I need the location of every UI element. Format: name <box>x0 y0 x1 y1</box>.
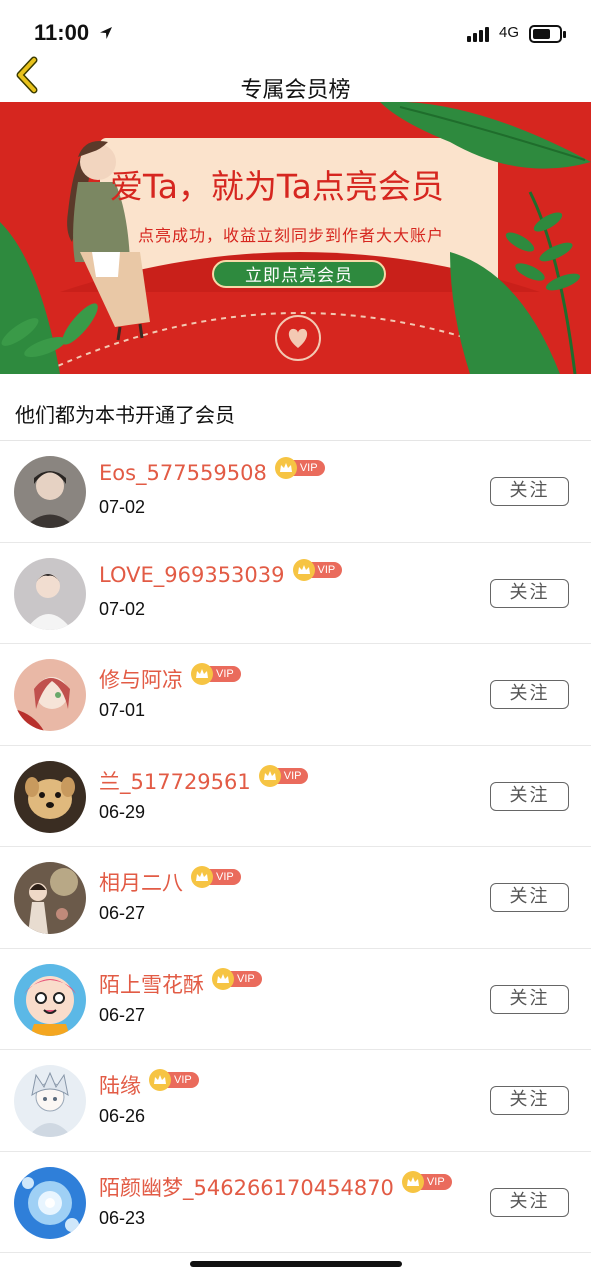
crown-icon <box>212 967 234 990</box>
network-type: 4G <box>499 24 520 41</box>
light-up-membership-button[interactable]: 立即点亮会员 <box>212 260 386 288</box>
banner-subtitle: 点亮成功，收益立刻同步到作者大大账户 <box>138 226 445 245</box>
crown-icon <box>401 1170 424 1193</box>
follow-button[interactable]: 关注 <box>490 883 569 912</box>
join-date: 07-01 <box>99 700 146 720</box>
location-arrow-icon <box>100 27 112 39</box>
list-item[interactable]: 修与阿凉 VIP 07-01 关注 <box>0 644 591 746</box>
join-date: 06-26 <box>99 1106 146 1126</box>
avatar[interactable] <box>14 456 86 528</box>
crown-icon <box>274 457 297 479</box>
follow-button[interactable]: 关注 <box>490 1187 569 1217</box>
avatar[interactable] <box>14 1166 86 1239</box>
list-item[interactable]: 兰_517729561 VIP 06-29 关注 <box>0 746 591 847</box>
avatar[interactable] <box>14 862 86 934</box>
username[interactable]: 陆缘 <box>99 1070 141 1100</box>
avatar[interactable] <box>14 1065 86 1137</box>
join-date: 06-29 <box>99 801 146 822</box>
join-date: 06-23 <box>99 1207 146 1228</box>
username[interactable]: 兰_517729561 <box>99 766 251 796</box>
banner-slogan: 爱Ta，就为Ta点亮会员 <box>110 167 444 206</box>
section-title: 他们都为本书开通了会员 <box>15 403 235 427</box>
list-item[interactable]: Eos_577559508 VIP 07-02 关注 <box>0 441 591 543</box>
vip-badge: VIP <box>212 967 262 990</box>
join-date: 06-27 <box>99 903 146 923</box>
vip-badge: VIP <box>274 457 325 479</box>
list-item[interactable]: 陌颜幽梦_546266170454870 VIP 06-23 关注 <box>0 1152 591 1253</box>
join-date: 06-27 <box>99 1004 146 1025</box>
username[interactable]: 相月二八 <box>99 867 183 897</box>
follow-button[interactable]: 关注 <box>490 781 569 811</box>
navigation-bar: 专属会员榜 <box>0 56 591 103</box>
list-item[interactable]: 陌上雪花酥 VIP 06-27 关注 <box>0 949 591 1050</box>
crown-icon <box>258 764 281 787</box>
status-bar: 11:00 4G <box>0 0 591 60</box>
member-list: Eos_577559508 VIP 07-02 关注 LOVE_96935303… <box>0 441 591 1253</box>
home-indicator[interactable] <box>190 1261 402 1267</box>
list-item[interactable]: LOVE_969353039 VIP 07-02 关注 <box>0 543 591 644</box>
username[interactable]: 陌颜幽梦_546266170454870 <box>99 1172 394 1202</box>
crown-icon <box>191 663 213 685</box>
vip-badge: VIP <box>258 764 309 787</box>
follow-button[interactable]: 关注 <box>490 477 569 506</box>
battery-icon <box>529 25 566 43</box>
list-item[interactable]: 相月二八 VIP 06-27 关注 <box>0 847 591 949</box>
crown-icon <box>292 558 315 581</box>
crown-icon <box>149 1069 171 1091</box>
vip-badge: VIP <box>292 558 343 581</box>
join-date: 07-02 <box>99 497 146 517</box>
follow-button[interactable]: 关注 <box>490 680 569 709</box>
follow-button[interactable]: 关注 <box>490 1086 569 1115</box>
username[interactable]: 修与阿凉 <box>99 664 183 694</box>
username[interactable]: LOVE_969353039 <box>99 563 285 587</box>
vip-badge: VIP <box>191 663 241 685</box>
promo-banner[interactable]: 爱Ta，就为Ta点亮会员 点亮成功，收益立刻同步到作者大大账户 立即点亮会员 <box>0 102 591 374</box>
avatar[interactable] <box>14 760 86 833</box>
follow-button[interactable]: 关注 <box>490 578 569 608</box>
vip-badge: VIP <box>191 866 241 888</box>
status-time: 11:00 <box>34 20 90 45</box>
vip-badge: VIP <box>401 1170 452 1193</box>
username[interactable]: Eos_577559508 <box>99 461 267 485</box>
avatar[interactable] <box>14 557 86 630</box>
vip-badge: VIP <box>149 1069 199 1091</box>
list-item[interactable]: 陆缘 VIP 06-26 关注 <box>0 1050 591 1152</box>
avatar[interactable] <box>14 659 86 731</box>
follow-button[interactable]: 关注 <box>490 984 569 1014</box>
join-date: 07-02 <box>99 598 146 619</box>
avatar[interactable] <box>14 963 86 1036</box>
username[interactable]: 陌上雪花酥 <box>99 969 204 999</box>
cellular-signal-icon <box>467 27 489 42</box>
crown-icon <box>191 866 213 888</box>
page-title: 专属会员榜 <box>240 78 351 103</box>
